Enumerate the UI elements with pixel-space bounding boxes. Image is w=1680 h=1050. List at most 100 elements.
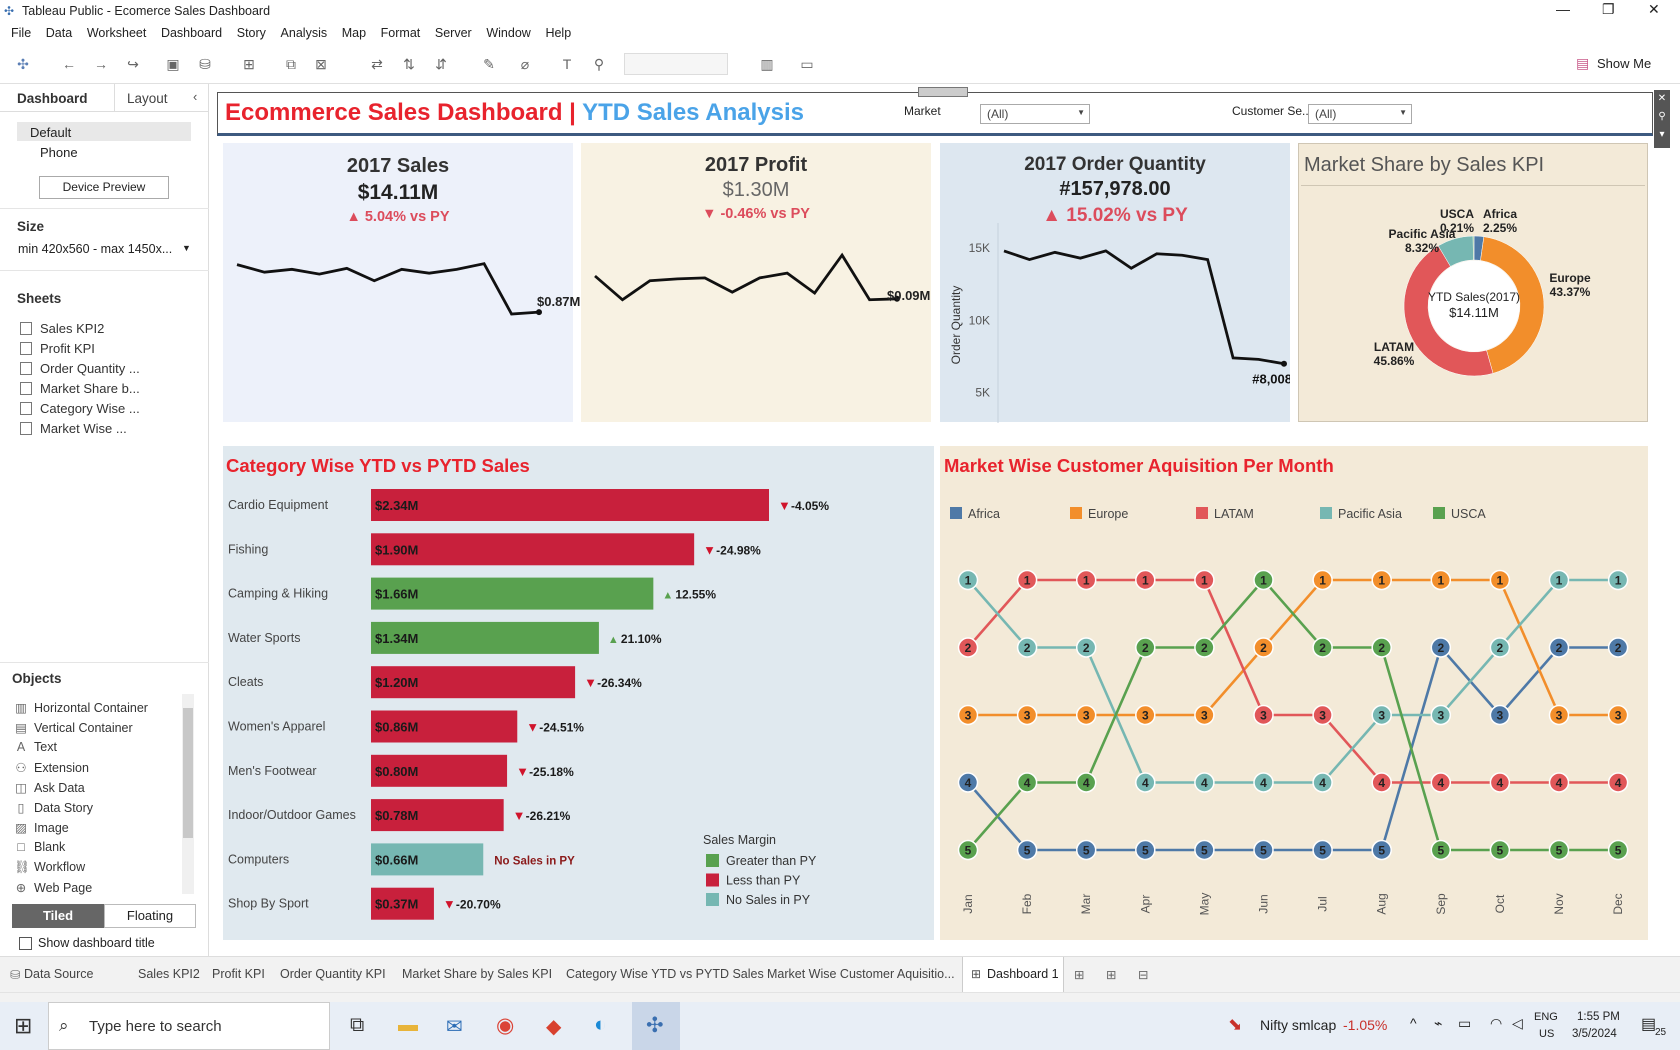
menu-file[interactable]: File: [11, 22, 31, 44]
device-preview-button[interactable]: Device Preview: [39, 176, 169, 199]
customer-filter-dropdown[interactable]: (All) ▼: [1308, 104, 1412, 124]
office-icon[interactable]: ◆: [546, 1014, 561, 1039]
tab-data-source[interactable]: Data Source: [24, 967, 93, 981]
series-line: [967, 578, 1619, 784]
menu-help[interactable]: Help: [545, 22, 571, 44]
object-ask-data[interactable]: ◫ Ask Data: [14, 780, 85, 795]
y-axis-label: Order Quantity: [949, 286, 963, 365]
container-controls[interactable]: ✕ ⚲ ▾: [1654, 90, 1670, 148]
edge-icon[interactable]: ◐: [594, 1013, 607, 1037]
wifi-icon[interactable]: ◠: [1490, 1015, 1502, 1032]
sheet-item[interactable]: Profit KPI: [20, 341, 95, 356]
size-chevron-down-icon[interactable]: ▼: [182, 243, 191, 253]
floating-button[interactable]: Floating: [104, 904, 196, 928]
task-view-icon[interactable]: ⧉: [350, 1014, 364, 1037]
show-cards-icon[interactable]: ▥: [758, 56, 776, 72]
close-button[interactable]: ✕: [1648, 1, 1660, 18]
tab-dashboard-1-active[interactable]: ⊞ Dashboard 1: [962, 957, 1064, 993]
menu-server[interactable]: Server: [435, 22, 472, 44]
rank-marker-label: 4: [1142, 776, 1149, 790]
tray-chevron-up-icon[interactable]: ^: [1410, 1015, 1417, 1031]
new-dashboard-tab-icon[interactable]: ⊞: [1106, 967, 1116, 982]
swap-icon[interactable]: ⇄: [368, 56, 386, 72]
menu-analysis[interactable]: Analysis: [281, 22, 328, 44]
sheet-item[interactable]: Category Wise ...: [20, 401, 140, 416]
menu-window[interactable]: Window: [486, 22, 530, 44]
taskbar-search-box[interactable]: ⌕ Type here to search: [48, 1002, 330, 1050]
minimize-button[interactable]: —: [1556, 1, 1570, 17]
labels-icon[interactable]: T: [558, 56, 576, 72]
object-image[interactable]: ▨ Image: [14, 820, 69, 835]
object-web-page[interactable]: ⊕ Web Page: [14, 880, 92, 895]
maximize-button[interactable]: ❐: [1602, 1, 1615, 18]
object-vertical-container[interactable]: ▤ Vertical Container: [14, 720, 133, 735]
tiled-button[interactable]: Tiled: [12, 904, 104, 928]
windows-start-icon[interactable]: ⊞: [14, 1013, 32, 1039]
tab-profit-kpi[interactable]: Profit KPI: [212, 967, 265, 981]
object-blank[interactable]: □ Blank: [14, 840, 65, 854]
file-explorer-icon[interactable]: ▬: [398, 1014, 418, 1037]
show-me-button[interactable]: Show Me: [1597, 56, 1651, 71]
tab-market-wise[interactable]: Market Wise Customer Aquisitio...: [767, 967, 955, 981]
menu-dashboard[interactable]: Dashboard: [161, 22, 222, 44]
tableau-home-icon[interactable]: ✣: [14, 56, 32, 72]
show-title-checkbox[interactable]: [19, 937, 32, 950]
volume-icon[interactable]: ◁: [1512, 1015, 1523, 1032]
add-datasource-icon[interactable]: ⛁: [196, 56, 214, 72]
new-story-tab-icon[interactable]: ⊟: [1138, 967, 1148, 982]
save-icon[interactable]: ▣: [164, 56, 182, 72]
menu-story[interactable]: Story: [237, 22, 266, 44]
objects-scrollbar[interactable]: [182, 694, 194, 894]
legend-label: Greater than PY: [726, 854, 817, 868]
sort-desc-icon[interactable]: ⇵: [432, 56, 450, 72]
group-icon[interactable]: ⌀: [516, 56, 534, 72]
sheet-item[interactable]: Market Wise ...: [20, 421, 127, 436]
sheet-item[interactable]: Order Quantity ...: [20, 361, 140, 376]
sheet-item[interactable]: Sales KPI2: [20, 321, 104, 336]
object-workflow[interactable]: ⛓ Workflow: [14, 860, 85, 875]
size-dropdown[interactable]: min 420x560 - max 1450x...: [18, 242, 172, 256]
sheet-item[interactable]: Market Share b...: [20, 381, 140, 396]
device-phone[interactable]: Phone: [40, 145, 78, 160]
move-handle[interactable]: [918, 87, 968, 97]
object-text[interactable]: A Text: [14, 740, 57, 754]
object-extension[interactable]: ⚇ Extension: [14, 760, 89, 775]
network-icon[interactable]: ⌁: [1434, 1015, 1442, 1032]
menu-map[interactable]: Map: [342, 22, 366, 44]
menu-data[interactable]: Data: [46, 22, 72, 44]
tab-layout[interactable]: Layout: [127, 91, 168, 106]
object-horizontal-container[interactable]: ▥ Horizontal Container: [14, 700, 148, 715]
tab-market-share[interactable]: Market Share by Sales KPI: [402, 967, 552, 981]
new-worksheet-icon[interactable]: ⊞: [240, 56, 258, 72]
undo-icon[interactable]: ←: [60, 56, 78, 72]
new-worksheet-tab-icon[interactable]: ⊞: [1074, 967, 1084, 982]
duplicate-icon[interactable]: ⧉: [282, 56, 300, 72]
tab-order-quantity-kpi[interactable]: Order Quantity KPI: [280, 967, 386, 981]
stock-name[interactable]: Nifty smlcap: [1260, 1017, 1336, 1033]
clock-time[interactable]: 1:55 PM: [1577, 1011, 1620, 1023]
tab-sales-kpi2[interactable]: Sales KPI2: [138, 967, 200, 981]
sort-asc-icon[interactable]: ⇅: [400, 56, 418, 72]
presentation-icon[interactable]: ▭: [798, 56, 816, 72]
battery-icon[interactable]: ▭: [1458, 1015, 1471, 1032]
redo-icon[interactable]: →: [92, 56, 110, 72]
device-default[interactable]: Default: [30, 125, 71, 140]
menu-worksheet[interactable]: Worksheet: [87, 22, 147, 44]
market-filter-dropdown[interactable]: (All) ▼: [980, 104, 1090, 124]
notifications-icon[interactable]: ▤: [1641, 1014, 1656, 1034]
show-me-icon: ▤: [1576, 55, 1590, 71]
tableau-taskbar-button[interactable]: ✣: [632, 1002, 680, 1050]
pin-icon[interactable]: ⚲: [590, 56, 608, 72]
tab-dashboard[interactable]: Dashboard: [17, 91, 88, 106]
mail-icon[interactable]: ✉: [446, 1014, 463, 1039]
object-data-story[interactable]: ▯ Data Story: [14, 800, 94, 815]
menu-format[interactable]: Format: [381, 22, 421, 44]
clear-icon[interactable]: ⊠: [312, 56, 330, 72]
language-eng[interactable]: ENG: [1534, 1011, 1558, 1023]
chrome-icon[interactable]: ◉: [496, 1013, 514, 1038]
replay-icon[interactable]: ↪: [124, 56, 142, 72]
collapse-pane-icon[interactable]: ‹: [193, 89, 197, 104]
highlight-icon[interactable]: ✎: [480, 56, 498, 72]
tab-category-wise[interactable]: Category Wise YTD vs PYTD Sales: [566, 967, 764, 981]
fit-dropdown[interactable]: [624, 53, 728, 75]
